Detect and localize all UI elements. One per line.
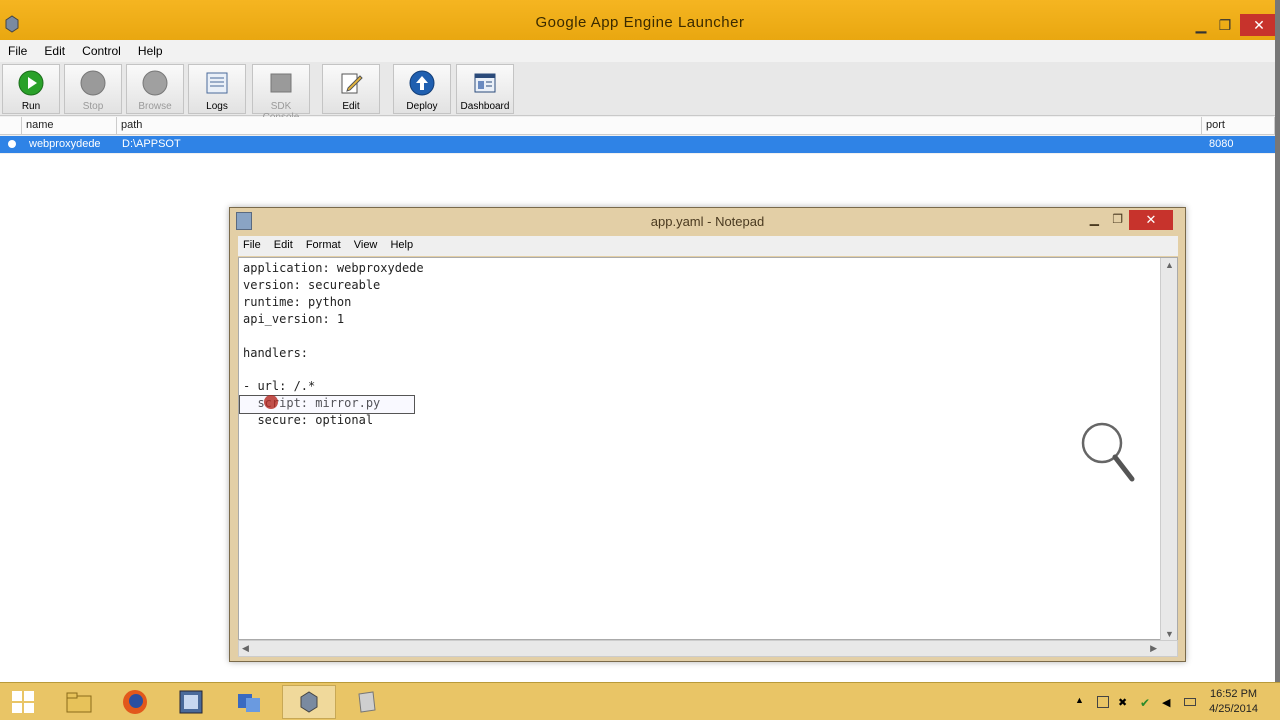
console-icon [270,73,292,93]
volume-icon[interactable]: ◀ [1162,696,1174,709]
table-row[interactable]: webproxydede D:\APPSOT 8080 [0,136,1275,153]
deploy-button[interactable]: Deploy [393,64,451,114]
run-label: Run [21,101,41,112]
deploy-label: Deploy [406,101,438,112]
menu-file[interactable]: File [0,40,33,58]
browse-button[interactable]: Browse [126,64,184,114]
windows-logo-icon [12,691,34,713]
dashboard-label: Dashboard [460,101,510,112]
row-name: webproxydede [29,138,101,150]
app-icon-1[interactable] [164,685,218,719]
app-engine-launcher-taskbar[interactable] [282,685,336,719]
notepad-text-area[interactable]: application: webproxydede version: secure… [238,257,1178,641]
tray-expand-icon[interactable]: ▲ [1075,695,1087,707]
notepad-line [243,361,424,378]
menu-help[interactable]: Help [130,40,169,58]
table-header: name path port [0,117,1275,135]
edit-pencil-icon [341,73,363,94]
menu-control[interactable]: Control [74,40,127,58]
notepad-menu-help[interactable]: Help [385,236,418,251]
file-explorer-icon[interactable] [52,685,106,719]
clock-date: 4/25/2014 [1209,703,1258,715]
notepad-line: secure: optional [243,413,374,428]
status-dot-icon [8,140,16,148]
toolbar: Run Stop Browse Logs SDK Console Edit [0,62,1275,123]
row-port: 8080 [1209,138,1234,150]
deploy-upload-icon [409,70,435,96]
notepad-line [243,328,424,345]
logs-button[interactable]: Logs [188,64,246,114]
sdk-console-button[interactable]: SDK Console [252,64,310,123]
notepad-minimize-button[interactable]: ▁ [1090,212,1099,226]
horizontal-scrollbar[interactable]: ◀ ▶ [238,640,1178,657]
header-status-column[interactable] [0,117,22,135]
close-button[interactable]: ✕ [1240,14,1278,36]
header-path[interactable]: path [117,117,1202,135]
network-icon[interactable]: ✖ [1118,696,1130,709]
keyboard-icon[interactable] [1184,698,1196,706]
notepad-close-button[interactable]: ✕ [1129,210,1173,230]
notepad-maximize-button[interactable]: ❐ [1112,212,1123,226]
notepad-menu-view[interactable]: View [349,236,383,251]
header-name[interactable]: name [22,117,117,135]
header-port[interactable]: port [1202,117,1275,135]
menu-bar: File Edit Control Help [0,40,1275,62]
logs-icon [206,72,228,94]
firefox-icon[interactable] [108,685,162,719]
magnifier-icon [1081,422,1135,482]
notepad-line: runtime: python [243,294,352,309]
edit-label: Edit [342,101,360,112]
notepad-menu-file[interactable]: File [238,236,266,251]
notepad-line: application: webproxydede [243,261,424,275]
notepad-line: version: secureable [243,277,381,292]
dashboard-button[interactable]: Dashboard [456,64,514,114]
tray-status-icon[interactable]: ✔ [1140,696,1152,710]
row-path: D:\APPSOT [122,138,181,150]
browse-label: Browse [138,101,172,112]
app-icon-2[interactable] [222,685,276,719]
stop-icon [80,70,106,96]
notepad-window: app.yaml - Notepad ▁ ❐ ✕ File Edit Forma… [229,207,1186,662]
clock-time: 16:52 PM [1209,688,1258,700]
notepad-menu-format[interactable]: Format [301,236,346,251]
notepad-menu-edit[interactable]: Edit [269,236,298,251]
stop-button[interactable]: Stop [64,64,122,114]
taskbar: ▲ ✖ ✔ ◀ 16:52 PM 4/25/2014 [0,682,1280,720]
notepad-line: handlers: [243,345,309,360]
notepad-menu-bar: File Edit Format View Help [238,236,1178,256]
maximize-button[interactable]: ❐ [1214,14,1236,36]
scroll-down-icon[interactable]: ▼ [1165,629,1174,639]
notepad-title-bar: app.yaml - Notepad ▁ ❐ ✕ [230,208,1185,236]
logs-label: Logs [206,101,228,112]
vertical-scrollbar[interactable]: ▲ ▼ [1160,258,1177,641]
play-icon [18,70,44,96]
notepad-line: api_version: 1 [243,311,345,326]
scroll-up-icon[interactable]: ▲ [1165,260,1174,270]
notepad-title: app.yaml - Notepad [650,214,765,229]
browse-icon [142,70,168,96]
run-button[interactable]: Run [2,64,60,114]
tray-app-icon[interactable] [1097,696,1109,708]
notepad-line: - url: /.* [243,379,316,394]
window-edge [1275,0,1280,682]
menu-edit[interactable]: Edit [36,40,71,58]
edit-button[interactable]: Edit [322,64,380,114]
minimize-button[interactable]: ▁ [1190,14,1212,36]
mouse-cursor-icon [264,395,278,409]
start-button[interactable] [0,685,46,719]
window-title: Google App Engine Launcher [535,14,745,31]
stop-label: Stop [82,101,104,112]
title-bar: Google App Engine Launcher ▁ ❐ ✕ [0,0,1280,40]
scroll-right-icon[interactable]: ▶ [1150,643,1157,654]
clock[interactable]: 16:52 PM 4/25/2014 [1209,687,1258,717]
scroll-left-icon[interactable]: ◀ [242,643,249,654]
notepad-taskbar-icon[interactable] [340,685,394,719]
dashboard-icon [474,73,496,93]
